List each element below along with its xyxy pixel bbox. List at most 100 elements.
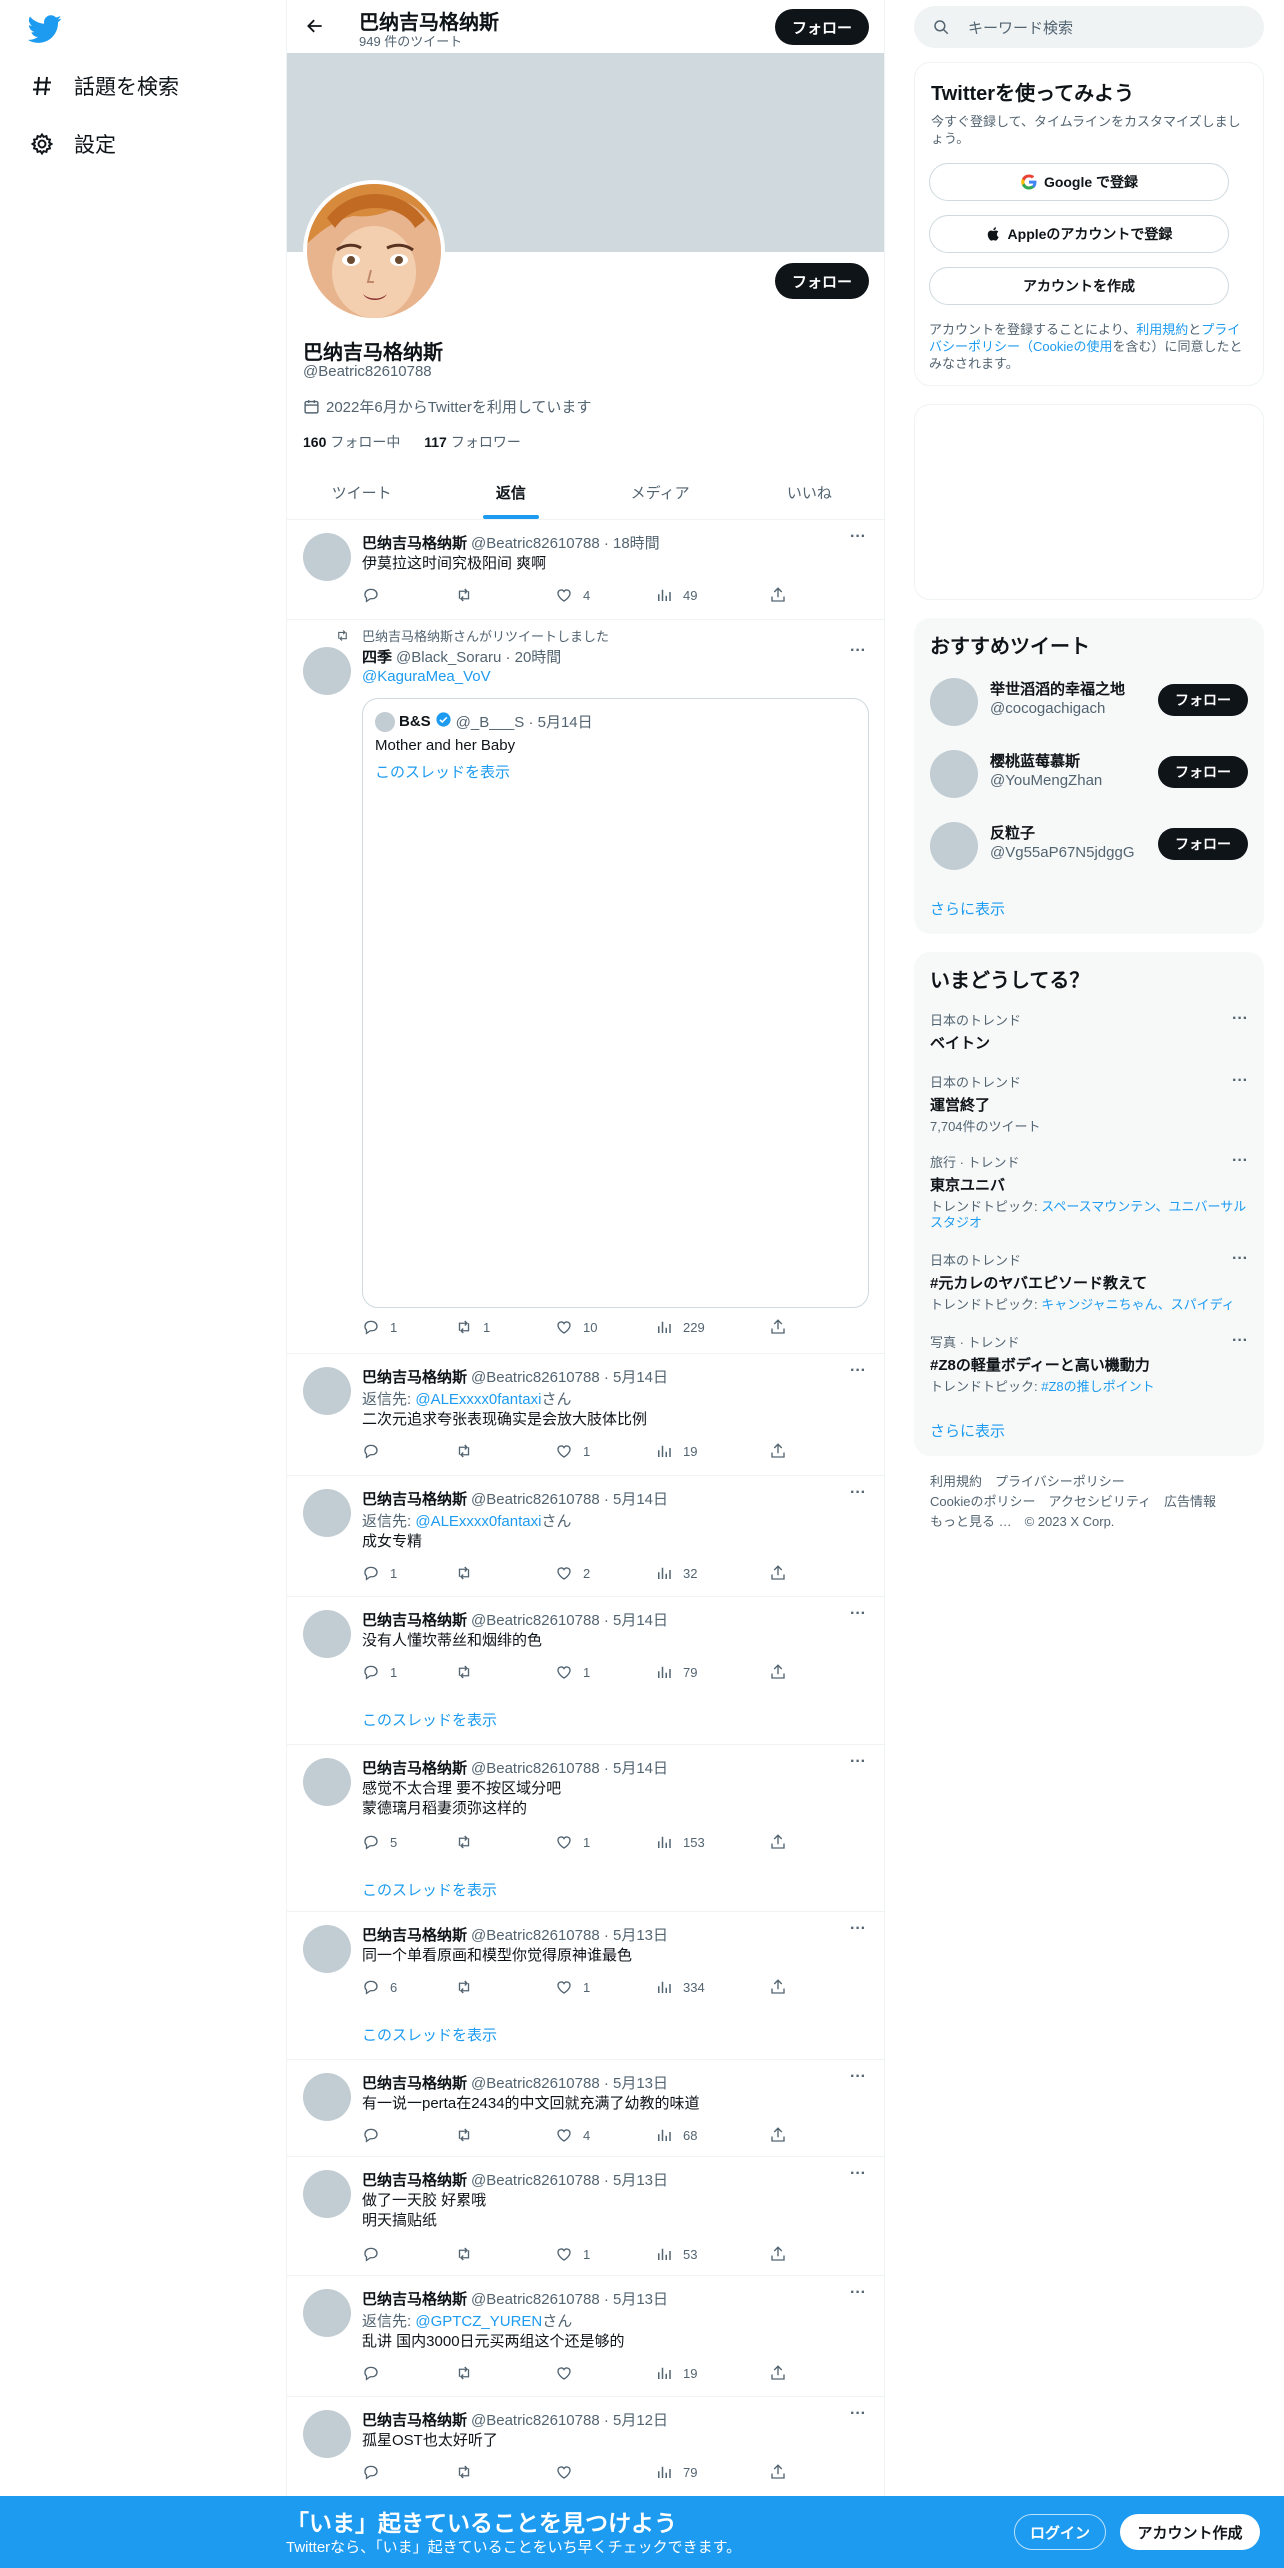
reply-button[interactable]	[362, 2126, 390, 2144]
avatar[interactable]	[303, 2410, 351, 2458]
follow-button[interactable]: フォロー	[1158, 828, 1248, 860]
avatar[interactable]	[303, 2170, 351, 2218]
reply-to-link[interactable]: @ALExxxx0fantaxi	[415, 1513, 541, 1530]
more-icon[interactable]: ···	[850, 1605, 866, 1623]
follow-button[interactable]: フォロー	[1158, 684, 1248, 716]
signup-button[interactable]: アカウント作成	[1120, 2514, 1260, 2550]
avatar[interactable]	[303, 533, 351, 581]
avatar[interactable]	[303, 1925, 351, 1973]
create-account-button[interactable]: アカウントを作成	[929, 267, 1229, 305]
avatar[interactable]	[303, 2289, 351, 2337]
like-button[interactable]: 1	[555, 1442, 590, 1460]
tweet[interactable]: 巴纳吉马格纳斯 @Beatric82610788 · 5月14日 ··· 返信先: @…	[287, 1354, 884, 1476]
header-follow-button[interactable]: フォロー	[775, 9, 869, 45]
reply-button[interactable]	[362, 2245, 390, 2263]
tweet[interactable]: 巴纳吉马格纳斯さんがリツイートしました 四季 @Black_Soraru · 20時…	[287, 620, 884, 1354]
share-button[interactable]	[769, 1978, 797, 1996]
follow-button[interactable]: フォロー	[1158, 756, 1248, 788]
show-thread-link[interactable]: このスレッドを表示	[362, 1879, 497, 1900]
nav-settings[interactable]: 設定	[28, 124, 116, 164]
more-icon[interactable]: ···	[850, 1362, 866, 1380]
footer-line[interactable]: 利用規約 プライバシーポリシー	[930, 1472, 1216, 1492]
more-icon[interactable]: ···	[850, 2284, 866, 2302]
tab-tweets[interactable]: ツイート	[287, 465, 436, 519]
back-button[interactable]	[301, 12, 329, 40]
more-icon[interactable]: ···	[1232, 1250, 1248, 1268]
tweet-author-name[interactable]: 巴纳吉马格纳斯	[362, 1369, 467, 1386]
views-button[interactable]: 49	[655, 586, 697, 604]
share-button[interactable]	[769, 586, 797, 604]
like-button[interactable]	[555, 2364, 583, 2382]
share-button[interactable]	[769, 1663, 797, 1681]
tweet[interactable]: 巴纳吉马格纳斯 @Beatric82610788 · 5月13日 ··· 有一说一pe…	[287, 2060, 884, 2157]
tweet-author-name[interactable]: 巴纳吉马格纳斯	[362, 1491, 467, 1508]
reply-button[interactable]	[362, 2364, 390, 2382]
reply-button[interactable]: 5	[362, 1833, 397, 1851]
tweet[interactable]: 巴纳吉马格纳斯 @Beatric82610788 · 5月14日 ··· 返信先: @…	[287, 1476, 884, 1597]
more-icon[interactable]: ···	[850, 1753, 866, 1771]
terms-link[interactable]: 利用規約	[1136, 322, 1188, 337]
views-button[interactable]: 68	[655, 2126, 697, 2144]
more-icon[interactable]: ···	[850, 2068, 866, 2086]
share-button[interactable]	[769, 1442, 797, 1460]
tweet[interactable]: 巴纳吉马格纳斯 @Beatric82610788 · 5月13日 ··· 返信先: @…	[287, 2276, 884, 2397]
more-icon[interactable]: ···	[1232, 1072, 1248, 1090]
trends-show-more-link[interactable]: さらに表示	[930, 1420, 1005, 1441]
tweet[interactable]: 巴纳吉马格纳斯 @Beatric82610788 · 5月14日 ··· 没有人懂坎蒂…	[287, 1597, 884, 1745]
avatar[interactable]	[303, 2073, 351, 2121]
trend-item[interactable]: 写真 · トレンド #Z8の軽量ボディーと高い機動力 トレンドトピック: #Z8の推…	[930, 1332, 1248, 1395]
reply-to-link[interactable]: @GPTCZ_YUREN	[415, 2313, 542, 2330]
more-icon[interactable]: ···	[850, 642, 866, 660]
more-icon[interactable]: ···	[1232, 1332, 1248, 1350]
recommended-user[interactable]: 举世滔滔的幸福之地 @cocogachigach フォロー	[930, 672, 1248, 732]
mention-link[interactable]: @KaguraMea_VoV	[362, 668, 491, 685]
apple-signup-button[interactable]: Appleのアカウントで登録	[929, 215, 1229, 253]
tweet[interactable]: 巴纳吉马格纳斯 @Beatric82610788 · 5月12日 ··· 孤星OST也…	[287, 2397, 884, 2500]
views-button[interactable]: 79	[655, 2463, 697, 2481]
profile-follow-button[interactable]: フォロー	[775, 263, 869, 299]
views-button[interactable]: 79	[655, 1663, 697, 1681]
views-button[interactable]: 19	[655, 1442, 697, 1460]
tweet-author-name[interactable]: 巴纳吉马格纳斯	[362, 1612, 467, 1629]
trend-item[interactable]: 日本のトレンド #元カレのヤバエピソード教えて トレンドトピック: キャンジャニちゃ…	[930, 1250, 1248, 1313]
retweet-button[interactable]	[455, 1978, 483, 1996]
trend-topics-links[interactable]: キャンジャニちゃん、スパイディ	[1041, 1297, 1234, 1312]
trend-item[interactable]: 日本のトレンド 運営終了 7,704件のツイート ···	[930, 1072, 1248, 1135]
following-link[interactable]: 160 フォロー中	[303, 434, 400, 450]
reply-button[interactable]: 1	[362, 1663, 397, 1681]
trend-item[interactable]: 日本のトレンド ベイトン ···	[930, 1010, 1248, 1053]
footer-line[interactable]: Cookieのポリシー アクセシビリティ 広告情報	[930, 1492, 1216, 1512]
like-button[interactable]: 1	[555, 2245, 590, 2263]
tweet-author-name[interactable]: 巴纳吉马格纳斯	[362, 2075, 467, 2092]
recommended-user[interactable]: 樱桃蓝莓慕斯 @YouMengZhan フォロー	[930, 744, 1248, 804]
tweet-author-name[interactable]: 巴纳吉马格纳斯	[362, 1927, 467, 1944]
tab-likes[interactable]: いいね	[735, 465, 884, 519]
tweet-author-name[interactable]: 巴纳吉马格纳斯	[362, 535, 467, 552]
retweet-button[interactable]	[455, 586, 483, 604]
like-button[interactable]: 1	[555, 1833, 590, 1851]
avatar[interactable]	[303, 1489, 351, 1537]
like-button[interactable]	[555, 2463, 583, 2481]
share-button[interactable]	[769, 2463, 797, 2481]
share-button[interactable]	[769, 2364, 797, 2382]
share-button[interactable]	[769, 1833, 797, 1851]
retweet-button[interactable]	[455, 1833, 483, 1851]
retweet-button[interactable]	[455, 2245, 483, 2263]
tweet-author-name[interactable]: 巴纳吉马格纳斯	[362, 2291, 467, 2308]
tweet-author-name[interactable]: 巴纳吉马格纳斯	[362, 1760, 467, 1777]
views-button[interactable]: 334	[655, 1978, 705, 1996]
tab-replies[interactable]: 返信	[436, 465, 585, 519]
tweet-author-name[interactable]: 四季	[362, 649, 392, 666]
reply-button[interactable]	[362, 2463, 390, 2481]
reply-button[interactable]: 1	[362, 1318, 397, 1336]
trend-topics-links[interactable]: #Z8の推しポイント	[1041, 1379, 1154, 1394]
followers-link[interactable]: 117 フォロワー	[424, 434, 521, 450]
more-icon[interactable]: ···	[1232, 1152, 1248, 1170]
reply-button[interactable]: 1	[362, 1564, 397, 1582]
twitter-logo-icon[interactable]	[28, 12, 62, 46]
search-box[interactable]: キーワード検索	[914, 6, 1264, 48]
quoted-tweet[interactable]: B&S @_B___S · 5月14日 Mother and her Baby このス…	[362, 698, 869, 1308]
more-icon[interactable]: ···	[850, 1920, 866, 1938]
retweet-button[interactable]: 1	[455, 1318, 490, 1336]
share-button[interactable]	[769, 2245, 797, 2263]
